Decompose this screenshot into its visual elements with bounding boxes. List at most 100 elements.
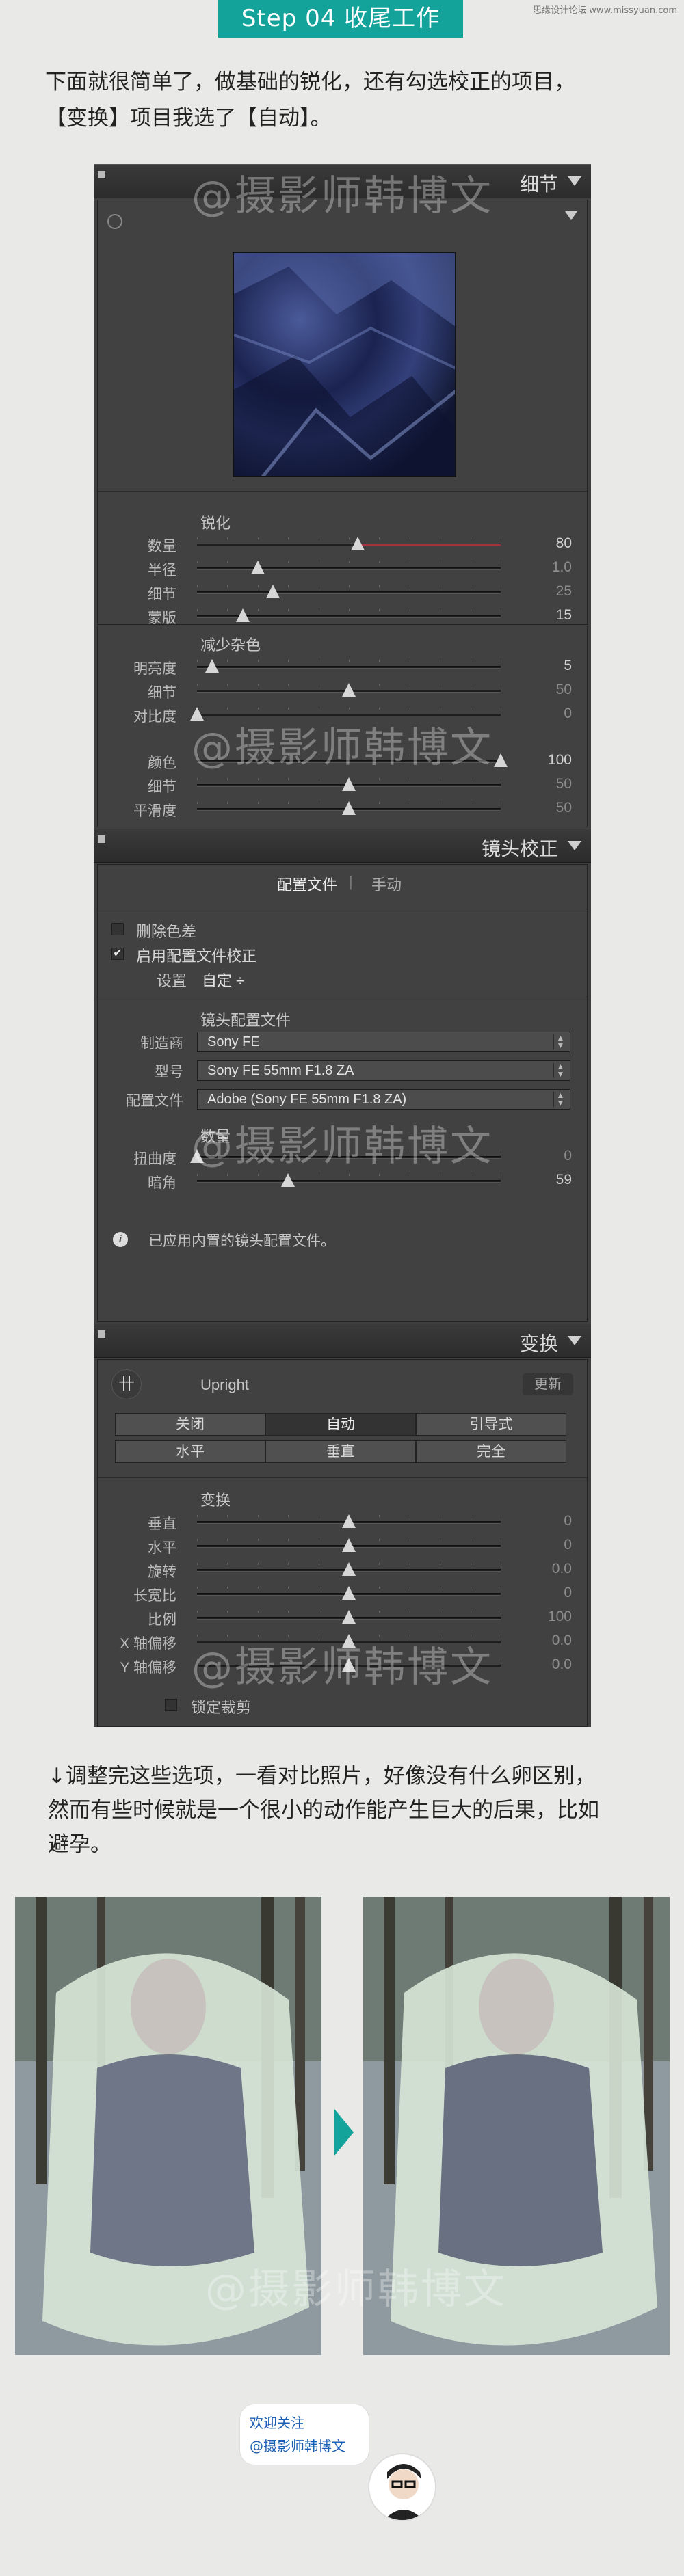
slider-tick: [197, 802, 198, 804]
transform-slider-value[interactable]: 0: [564, 1513, 572, 1529]
sharpen-slider-label: 半径: [148, 563, 176, 578]
transform-slider-knob[interactable]: [342, 1586, 356, 1600]
slider-tick: [257, 1635, 259, 1637]
color-noise-slider-value[interactable]: 50: [556, 776, 572, 792]
slider-tick: [379, 778, 380, 780]
amount-range-line: [358, 544, 501, 546]
noise-slider-knob[interactable]: [342, 683, 356, 697]
noise-slider-label: 对比度: [133, 709, 176, 725]
transform-header[interactable]: 变换: [94, 1324, 591, 1358]
sharpen-slider-knob[interactable]: [266, 585, 280, 598]
slider-tick: [227, 537, 228, 539]
upright-button[interactable]: 自动: [265, 1413, 416, 1436]
tab-profile[interactable]: 配置文件: [277, 873, 337, 895]
sharpen-slider-knob[interactable]: [351, 537, 365, 550]
preview-texture: [234, 253, 455, 476]
noise-slider-knob[interactable]: [205, 659, 220, 673]
make-select[interactable]: Sony FE ▲ ▼: [197, 1032, 570, 1052]
transform-slider-label: X 轴偏移: [120, 1636, 176, 1652]
sharpen-heading: 锐化: [200, 515, 231, 532]
upright-button[interactable]: 水平: [115, 1440, 265, 1463]
sharpen-slider-track[interactable]: [197, 544, 501, 546]
transform-slider-knob[interactable]: [342, 1538, 356, 1552]
lens-slider-knob[interactable]: [281, 1173, 295, 1187]
transform-slider-value[interactable]: 0.0: [552, 1656, 572, 1673]
slider-tick: [197, 1174, 198, 1176]
detail-header[interactable]: 细节: [94, 164, 591, 198]
sharpen-slider-knob[interactable]: [250, 561, 265, 574]
slider-tick: [257, 1174, 259, 1176]
noise-slider-track[interactable]: [197, 714, 501, 716]
color-noise-slider-value[interactable]: 50: [556, 800, 572, 816]
color-noise-slider-value[interactable]: 100: [548, 752, 572, 768]
transform-slider-value[interactable]: 0: [564, 1537, 572, 1553]
noise-slider-track[interactable]: [197, 666, 501, 669]
slider-tick: [379, 660, 380, 662]
slider-tick: [379, 561, 380, 563]
remove-ca-checkbox[interactable]: [111, 923, 124, 935]
panel-switch-icon[interactable]: [98, 171, 105, 178]
sharpen-slider-value[interactable]: 15: [556, 607, 572, 623]
sharpen-slider-value[interactable]: 80: [556, 535, 572, 552]
model-select[interactable]: Sony FE 55mm F1.8 ZA ▲ ▼: [197, 1060, 570, 1081]
slider-tick: [257, 778, 259, 780]
preview-menu-triangle-icon[interactable]: [565, 211, 577, 220]
transform-slider-label: 水平: [148, 1540, 176, 1556]
profile-select[interactable]: Adobe (Sony FE 55mm F1.8 ZA) ▲ ▼: [197, 1089, 570, 1110]
transform-body: 卄 Upright 更新 关闭 自动 引导式 水平 垂直 完全 变换 垂直 0 水平 0 旋转 0.…: [97, 1359, 588, 1727]
constrain-checkbox[interactable]: [165, 1699, 177, 1711]
noise-slider-value[interactable]: 50: [556, 682, 572, 698]
slider-tick: [379, 1587, 380, 1589]
collapse-triangle-icon[interactable]: [568, 176, 581, 186]
lens-slider-value[interactable]: 59: [556, 1172, 572, 1188]
slider-tick: [288, 684, 289, 686]
slider-tick: [257, 1515, 259, 1517]
update-button[interactable]: 更新: [523, 1373, 573, 1395]
noise-slider-knob[interactable]: [190, 707, 204, 721]
slider-tick: [257, 585, 259, 587]
collapse-triangle-icon[interactable]: [568, 841, 581, 850]
lightroom-panel: 细节 锐化 数量 80 半径 1.0 细节 25 蒙版 15 减少杂色 明亮度 5 细节 50 对比度…: [94, 164, 591, 1727]
color-noise-slider-knob[interactable]: [494, 753, 508, 767]
sharpen-slider-knob[interactable]: [235, 608, 250, 622]
upright-button[interactable]: 垂直: [265, 1440, 416, 1463]
transform-slider-knob[interactable]: [342, 1634, 356, 1648]
upright-button[interactable]: 引导式: [416, 1413, 566, 1436]
target-adjust-icon[interactable]: [107, 214, 122, 229]
enable-profile-checkbox[interactable]: ✔: [111, 948, 124, 960]
lens-slider-track[interactable]: [197, 1156, 501, 1159]
transform-slider-value[interactable]: 0: [564, 1585, 572, 1601]
tab-manual[interactable]: 手动: [371, 873, 402, 895]
sharpen-rows: 数量 80 半径 1.0 细节 25 蒙版 15: [98, 533, 587, 628]
setup-select[interactable]: 自定 ÷: [202, 969, 244, 991]
follow-line-2: @摄影师韩博文: [250, 2438, 345, 2454]
lens-header[interactable]: 镜头校正: [94, 829, 591, 863]
lens-slider-track[interactable]: [197, 1180, 501, 1183]
upright-button[interactable]: 关闭: [115, 1413, 265, 1436]
transform-slider-value[interactable]: 100: [548, 1609, 572, 1625]
color-noise-slider-knob[interactable]: [342, 801, 356, 815]
color-noise-slider-knob[interactable]: [342, 777, 356, 791]
sharpen-slider-value[interactable]: 1.0: [552, 559, 572, 576]
upright-button[interactable]: 完全: [416, 1440, 566, 1463]
lens-slider-knob[interactable]: [190, 1149, 204, 1163]
photo-after-art: [363, 1897, 670, 2355]
select-arrows-icon: ▲ ▼: [553, 1034, 567, 1049]
transform-slider-knob[interactable]: [342, 1514, 356, 1528]
noise-slider-value[interactable]: 5: [564, 658, 572, 674]
detail-preview-image[interactable]: [233, 252, 456, 477]
transform-slider-knob[interactable]: [342, 1562, 356, 1576]
sharpen-slider-track[interactable]: [197, 567, 501, 570]
lens-slider-value[interactable]: 0: [564, 1148, 572, 1164]
collapse-triangle-icon[interactable]: [568, 1336, 581, 1345]
panel-switch-icon[interactable]: [98, 1330, 105, 1338]
sharpen-slider-track[interactable]: [197, 591, 501, 594]
transform-slider-value[interactable]: 0.0: [552, 1561, 572, 1577]
transform-slider-knob[interactable]: [342, 1610, 356, 1624]
panel-switch-icon[interactable]: [98, 835, 105, 843]
noise-slider-value[interactable]: 0: [564, 706, 572, 722]
transform-slider-knob[interactable]: [342, 1658, 356, 1672]
transform-slider-value[interactable]: 0.0: [552, 1633, 572, 1649]
sharpen-slider-value[interactable]: 25: [556, 583, 572, 600]
color-noise-slider-track[interactable]: [197, 760, 501, 763]
